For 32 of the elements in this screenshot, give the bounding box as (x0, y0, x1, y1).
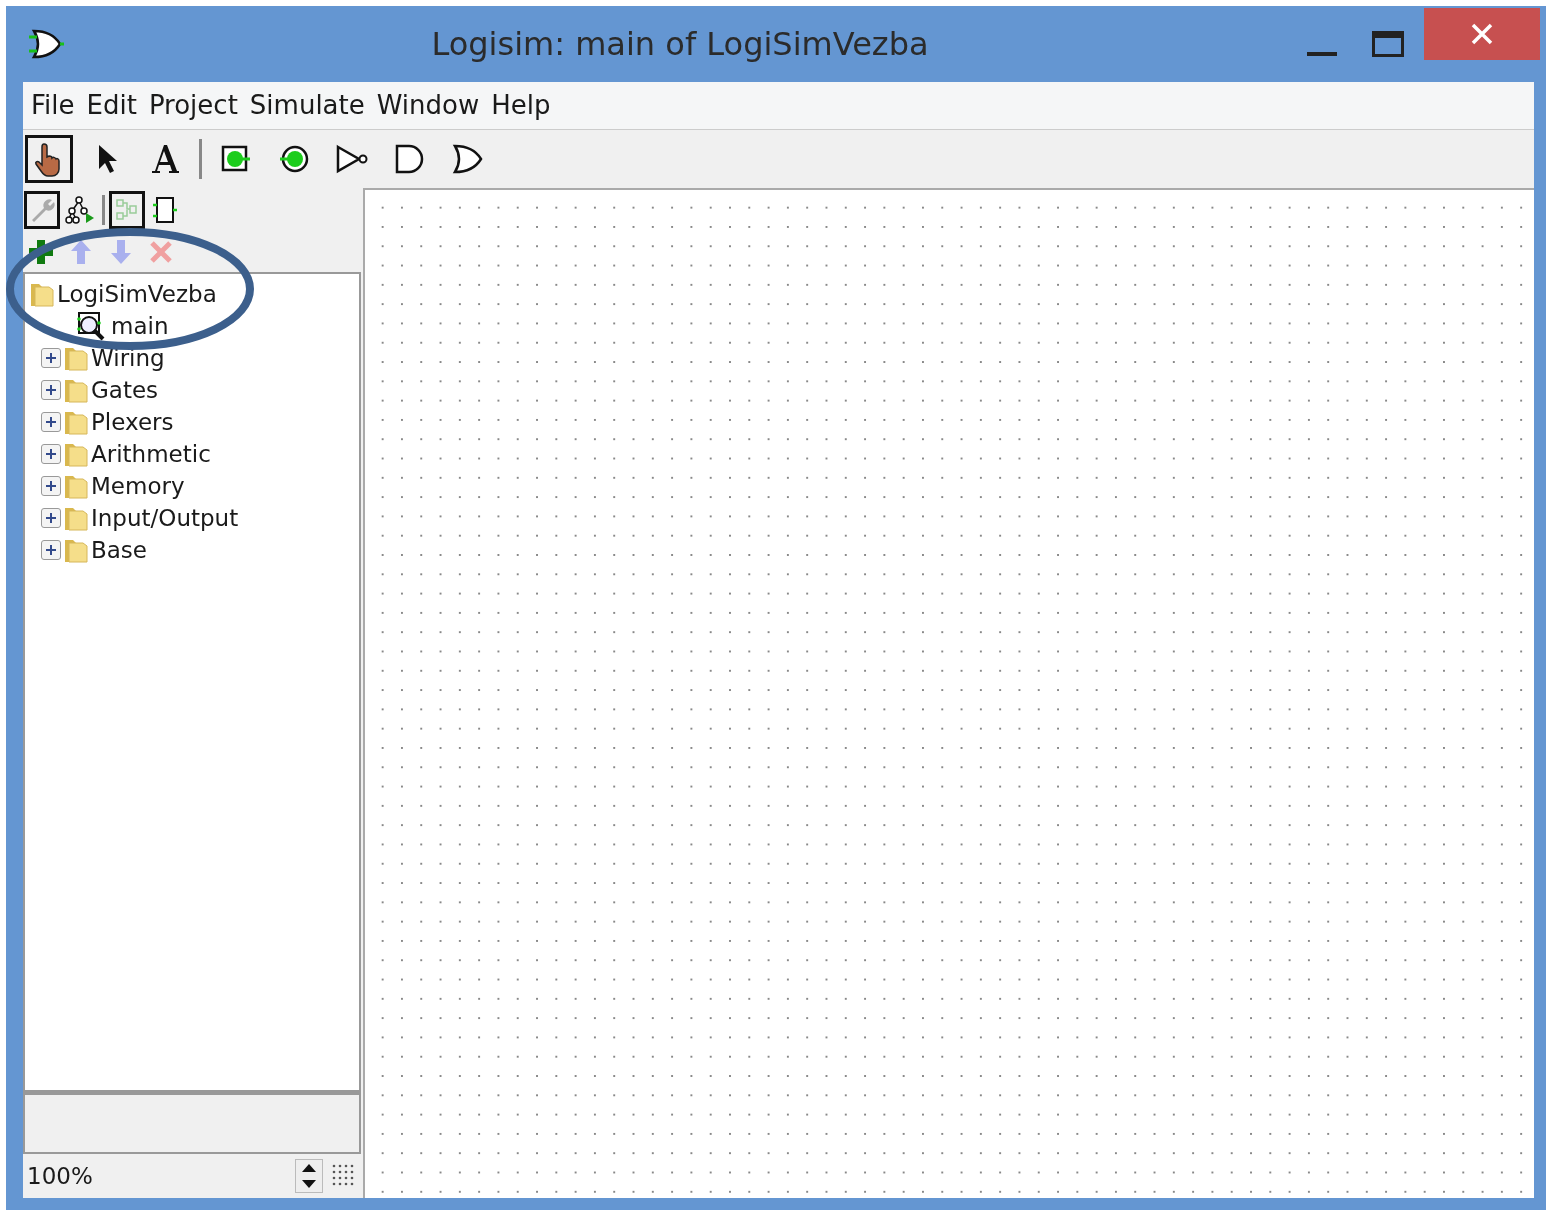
hand-icon[interactable] (25, 135, 73, 183)
expand-button[interactable] (41, 540, 61, 560)
expand-button[interactable] (41, 444, 61, 464)
close-icon (1471, 23, 1493, 45)
plus-icon (45, 448, 57, 460)
app-logo-icon (26, 27, 66, 61)
menu-item[interactable]: Project (144, 86, 246, 125)
window-title: Logisim: main of LogiSimVezba (430, 24, 930, 65)
wrench-icon[interactable] (24, 191, 60, 229)
minimize-icon (1307, 52, 1337, 56)
down-triangle-icon (301, 1179, 317, 1189)
menu-item[interactable]: Window (372, 86, 488, 125)
expand-button[interactable] (41, 380, 61, 400)
plus-icon (45, 352, 57, 364)
maximize-icon (1372, 31, 1404, 57)
plus-icon (45, 544, 57, 556)
plus-icon (45, 416, 57, 428)
expand-button[interactable] (41, 476, 61, 496)
plus-icon (45, 384, 57, 396)
expand-button[interactable] (41, 508, 61, 528)
menu-item[interactable]: Help (487, 86, 559, 125)
close-button[interactable] (1424, 8, 1540, 60)
expand-button[interactable] (41, 348, 61, 368)
menu-item[interactable]: Simulate (245, 86, 373, 125)
menu-item[interactable]: File (27, 86, 83, 125)
expand-button[interactable] (41, 412, 61, 432)
plus-icon (45, 480, 57, 492)
circuit-layout-icon[interactable] (109, 191, 145, 229)
up-triangle-icon (301, 1163, 317, 1173)
plus-icon[interactable] (27, 238, 55, 266)
plus-icon (45, 512, 57, 524)
menu-item[interactable]: Edit (82, 86, 145, 125)
